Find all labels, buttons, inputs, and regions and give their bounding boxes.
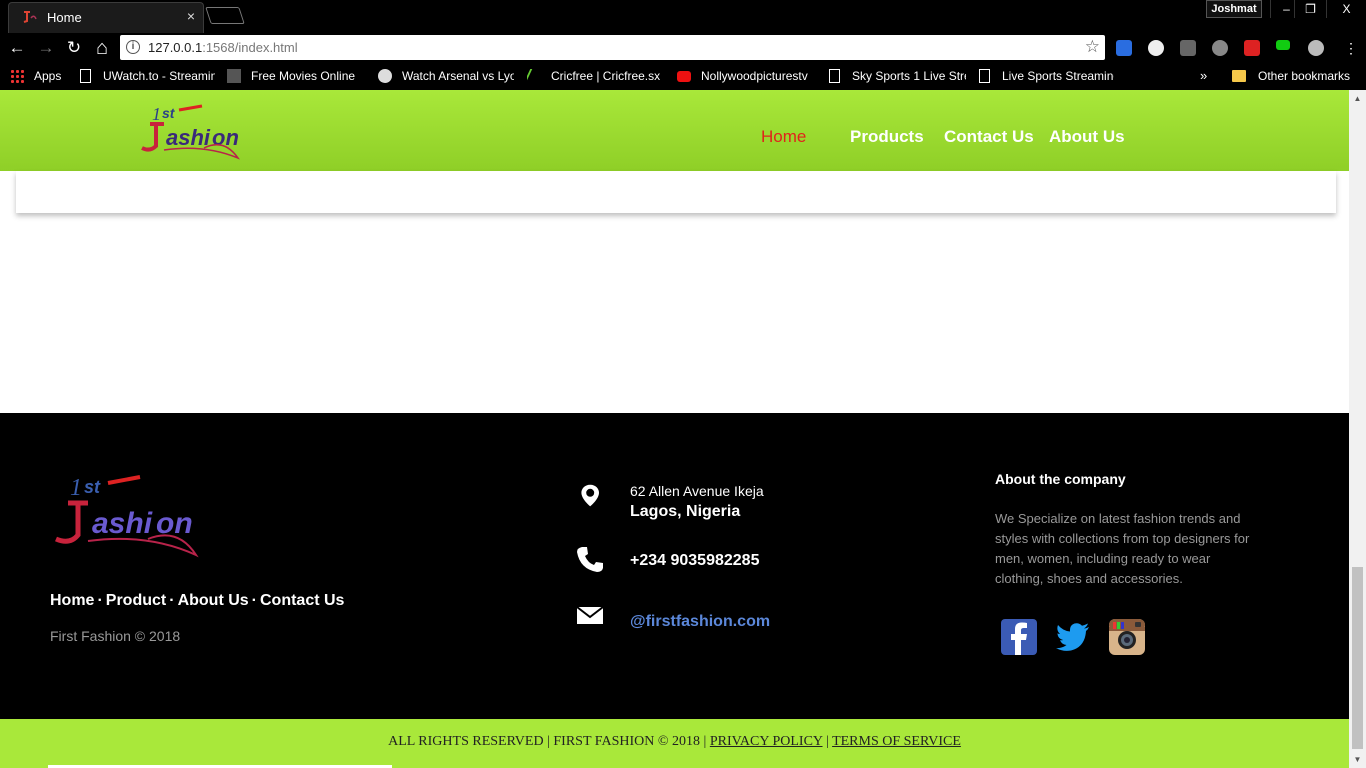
nav-contact-link[interactable]: Contact Us	[944, 127, 1034, 147]
url-text[interactable]: 127.0.0.1:1568/index.html	[148, 40, 298, 55]
profile-button[interactable]: Joshmat	[1206, 0, 1262, 18]
extension-monitor-icon[interactable]	[1116, 40, 1132, 56]
svg-text:1: 1	[70, 475, 82, 501]
restore-button[interactable]: ❐	[1294, 0, 1326, 18]
page-viewport: 1 st ashi on Home Products Contact Us Ab…	[0, 90, 1349, 768]
content-card-bottom	[16, 171, 1336, 213]
home-button[interactable]: ⌂	[91, 37, 113, 59]
svg-text:ashi: ashi	[166, 125, 211, 150]
tab-title: Home	[47, 10, 82, 25]
copyright-bar-text: ALL RIGHTS RESERVED | FIRST FASHION © 20…	[388, 734, 961, 749]
svg-text:1: 1	[152, 104, 161, 124]
bookmarks-bar: Apps UWatch.to - Streaming Free Movies O…	[0, 62, 1366, 90]
footer-copyright: First Fashion © 2018	[50, 628, 181, 644]
twitter-icon[interactable]	[1055, 619, 1091, 655]
footer-product-link[interactable]: Product	[106, 592, 166, 609]
footer-logo[interactable]: 1 st ashi on	[48, 469, 204, 565]
browser-tab-strip: Home × Joshmat – ❐ X	[0, 0, 1366, 33]
menu-kebab-icon[interactable]: ⋮	[1340, 37, 1362, 59]
extension-cloud-icon[interactable]	[1308, 40, 1324, 56]
page-scrollbar[interactable]: ▲ ▼	[1349, 90, 1366, 768]
about-company-title: About the company	[995, 471, 1126, 487]
film-icon	[227, 69, 241, 83]
cricket-icon	[527, 69, 545, 83]
location-pin-icon	[581, 484, 599, 507]
new-tab-button[interactable]	[205, 7, 245, 24]
scrollbar-thumb[interactable]	[1352, 567, 1363, 749]
nav-about-link[interactable]: About Us	[1049, 127, 1125, 147]
folder-icon	[1232, 70, 1246, 82]
bookmark-sky-sports[interactable]: Sky Sports 1 Live Stream	[829, 68, 966, 84]
privacy-policy-link[interactable]: PRIVACY POLICY	[710, 734, 823, 749]
bookmark-arsenal-lyon[interactable]: Watch Arsenal vs Lyon	[378, 68, 514, 84]
bookmark-star-icon[interactable]: ☆	[1085, 37, 1100, 57]
terms-of-service-link[interactable]: TERMS OF SERVICE	[832, 734, 961, 749]
footer-about-link[interactable]: About Us	[178, 592, 249, 609]
footer-home-link[interactable]: Home	[50, 592, 94, 609]
bookmark-apps[interactable]: Apps	[10, 68, 61, 84]
bookmark-free-movies[interactable]: Free Movies Online	[227, 68, 367, 84]
scroll-up-icon[interactable]: ▲	[1349, 90, 1366, 107]
page-icon	[829, 69, 840, 83]
email-envelope-icon	[576, 606, 604, 624]
svg-text:st: st	[162, 105, 176, 121]
site-navbar: 1 st ashi on Home Products Contact Us Ab…	[0, 90, 1349, 171]
bookmark-live-sports[interactable]: Live Sports Streaming	[979, 68, 1114, 84]
scroll-down-icon[interactable]: ▼	[1349, 751, 1366, 768]
forward-button[interactable]: →	[35, 37, 57, 59]
tab-close-icon[interactable]: ×	[187, 8, 195, 24]
address-line-1: 62 Allen Avenue Ikeja	[630, 483, 764, 499]
extension-java-icon[interactable]	[1180, 40, 1196, 56]
nav-home-link[interactable]: Home	[761, 127, 806, 147]
site-info-icon[interactable]: i	[126, 40, 140, 54]
address-line-2: Lagos, Nigeria	[630, 503, 741, 520]
site-favicon-icon	[23, 11, 37, 23]
bookmark-cricfree[interactable]: Cricfree | Cricfree.sx	[527, 68, 662, 84]
first-fashion-logo[interactable]: 1 st ashi on	[134, 98, 246, 162]
email-link[interactable]: @firstfashion.com	[630, 613, 770, 631]
bookmark-other[interactable]: Other bookmarks	[1232, 68, 1350, 84]
more-bookmarks-icon[interactable]: »	[1200, 68, 1207, 83]
extension-sync-icon[interactable]	[1212, 40, 1228, 56]
nav-products-link[interactable]: Products	[850, 127, 924, 147]
browser-toolbar: ← → ↻ ⌂ i 127.0.0.1:1568/index.html ☆ ⋮	[0, 33, 1366, 62]
svg-text:ashi: ashi	[92, 507, 153, 540]
bookmark-uwatch[interactable]: UWatch.to - Streaming	[80, 68, 215, 84]
apps-grid-icon	[10, 69, 24, 83]
page-icon	[979, 69, 990, 83]
footer-contact-link[interactable]: Contact Us	[260, 592, 344, 609]
copyright-bar: ALL RIGHTS RESERVED | FIRST FASHION © 20…	[0, 719, 1349, 768]
svg-text:st: st	[84, 477, 101, 497]
footer-nav: Home · Product · About Us · Contact Us	[50, 592, 345, 609]
phone-number[interactable]: +234 9035982285	[630, 552, 759, 570]
phone-icon	[577, 547, 603, 572]
instagram-icon[interactable]	[1109, 619, 1145, 655]
extension-football-icon[interactable]	[1148, 40, 1164, 56]
bookmark-nollywood[interactable]: Nollywoodpicturestv	[677, 68, 817, 84]
back-button[interactable]: ←	[6, 37, 28, 59]
extension-pdf-icon[interactable]	[1244, 40, 1260, 56]
site-footer: 1 st ashi on Home · Product · About Us · Conta…	[0, 413, 1349, 719]
youtube-icon	[677, 70, 691, 82]
close-window-button[interactable]: X	[1326, 0, 1366, 18]
about-company-text: We Specialize on latest fashion trends a…	[995, 511, 1250, 586]
browser-tab[interactable]: Home ×	[8, 2, 204, 33]
extension-flag-icon[interactable]	[1276, 40, 1290, 50]
page-icon	[80, 69, 91, 83]
address-bar[interactable]: i 127.0.0.1:1568/index.html ☆	[120, 35, 1105, 60]
ball-icon	[378, 69, 392, 83]
facebook-icon[interactable]	[1001, 619, 1037, 655]
reload-button[interactable]: ↻	[63, 37, 85, 59]
